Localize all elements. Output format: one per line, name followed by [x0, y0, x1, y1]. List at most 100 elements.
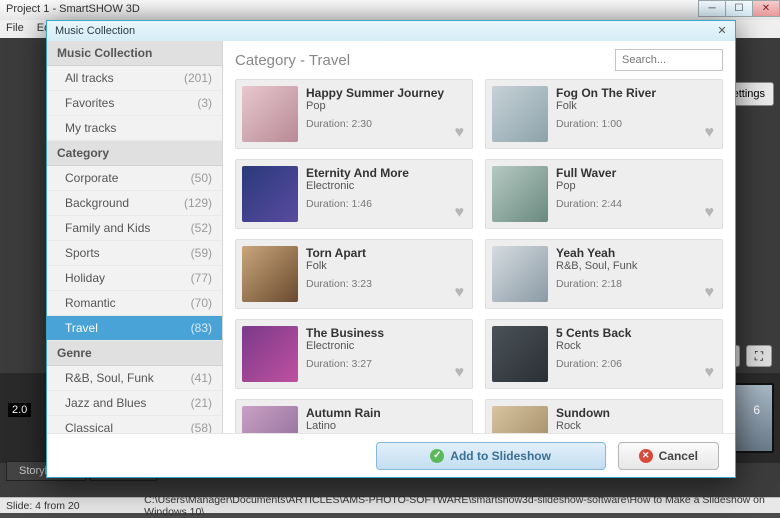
- statusbar: Slide: 4 from 20 C:\Users\Manager\Docume…: [0, 497, 780, 513]
- sidebar-item-label: Favorites: [65, 96, 114, 110]
- status-path: C:\Users\Manager\Documents\ARTICLES\AMS-…: [144, 494, 774, 518]
- track-duration: Duration: 1:46: [306, 198, 458, 210]
- favorite-icon[interactable]: ♥: [705, 284, 715, 302]
- sidebar-item[interactable]: R&B, Soul, Funk (41): [47, 366, 222, 391]
- sidebar-section-header: Genre: [47, 341, 222, 366]
- slide-duration: 2.0: [8, 403, 31, 417]
- sidebar-item[interactable]: Family and Kids(52): [47, 216, 222, 241]
- track-card[interactable]: Happy Summer JourneyPopDuration: 2:30♥: [235, 79, 473, 149]
- track-name: Autumn Rain: [306, 406, 458, 420]
- sidebar-item[interactable]: My tracks: [47, 116, 222, 141]
- album-art: [242, 166, 298, 222]
- track-card[interactable]: SundownRockDuration: 4:15♥: [485, 399, 723, 433]
- track-name: The Business: [306, 326, 458, 340]
- sidebar-item[interactable]: Classical(58): [47, 416, 222, 433]
- track-card[interactable]: The BusinessElectronic Duration: 3:27♥: [235, 319, 473, 389]
- sidebar-item[interactable]: Favorites(3): [47, 91, 222, 116]
- dialog-close-button[interactable]: ✕: [713, 23, 731, 38]
- track-card[interactable]: Torn ApartFolkDuration: 3:23♥: [235, 239, 473, 309]
- sidebar-item-label: Travel: [65, 321, 98, 335]
- sidebar-item[interactable]: Background(129): [47, 191, 222, 216]
- category-heading: Category - Travel: [235, 52, 350, 69]
- favorite-icon[interactable]: ♥: [455, 204, 465, 222]
- track-duration: Duration: 1:00: [556, 118, 708, 130]
- status-slide-count: Slide: 4 from 20: [6, 500, 144, 512]
- search-input[interactable]: [615, 49, 723, 71]
- album-art: [492, 246, 548, 302]
- sidebar-item-label: Romantic: [65, 296, 116, 310]
- favorite-icon[interactable]: ♥: [705, 124, 715, 142]
- sidebar-item[interactable]: Travel (83): [47, 316, 222, 341]
- track-duration: Duration: 2:18: [556, 278, 708, 290]
- favorite-icon[interactable]: ♥: [705, 204, 715, 222]
- track-name: Torn Apart: [306, 246, 458, 260]
- dialog-titlebar[interactable]: Music Collection ✕: [47, 21, 735, 41]
- main-window-titlebar: Project 1 - SmartSHOW 3D ─ ☐ ✕: [0, 0, 780, 20]
- track-card[interactable]: Yeah YeahR&B, Soul, FunkDuration: 2:18♥: [485, 239, 723, 309]
- sidebar-item-label: Holiday: [65, 271, 105, 285]
- sidebar-section-header: Music Collection: [47, 41, 222, 66]
- favorite-icon[interactable]: ♥: [705, 364, 715, 382]
- sidebar-item-label: Jazz and Blues: [65, 396, 146, 410]
- maximize-button[interactable]: ☐: [725, 0, 753, 17]
- minimize-button[interactable]: ─: [698, 0, 726, 17]
- track-duration: Duration: 2:44: [556, 198, 708, 210]
- sidebar-item-count: (52): [191, 221, 212, 235]
- track-duration: Duration: 3:27: [306, 358, 458, 370]
- sidebar-item-count: (21): [191, 396, 212, 410]
- track-genre: Rock: [556, 340, 708, 352]
- add-to-slideshow-button[interactable]: ✓ Add to Slideshow: [376, 442, 606, 470]
- favorite-icon[interactable]: ♥: [455, 364, 465, 382]
- sidebar-item[interactable]: All tracks(201): [47, 66, 222, 91]
- sidebar-item[interactable]: Holiday(77): [47, 266, 222, 291]
- cancel-button[interactable]: ✕ Cancel: [618, 442, 719, 470]
- track-card[interactable]: Autumn RainLatinoDuration: 2:50♥: [235, 399, 473, 433]
- category-sidebar[interactable]: Music CollectionAll tracks(201)Favorites…: [47, 41, 223, 433]
- sidebar-item-label: R&B, Soul, Funk: [65, 371, 154, 385]
- track-grid-scroll[interactable]: Happy Summer JourneyPopDuration: 2:30♥Fo…: [235, 79, 723, 433]
- album-art: [242, 86, 298, 142]
- sidebar-item-count: (59): [191, 246, 212, 260]
- thumbnail-number: 6: [753, 403, 760, 417]
- track-duration: Duration: 2:06: [556, 358, 708, 370]
- track-name: Sundown: [556, 406, 708, 420]
- sidebar-item[interactable]: Jazz and Blues (21): [47, 391, 222, 416]
- track-genre: Folk: [556, 100, 708, 112]
- close-button[interactable]: ✕: [752, 0, 780, 17]
- track-card[interactable]: Eternity And MoreElectronic Duration: 1:4…: [235, 159, 473, 229]
- track-genre: Electronic: [306, 340, 458, 352]
- sidebar-item[interactable]: Corporate(50): [47, 166, 222, 191]
- track-duration: Duration: 3:23: [306, 278, 458, 290]
- favorite-icon[interactable]: ♥: [455, 284, 465, 302]
- track-duration: Duration: 2:30: [306, 118, 458, 130]
- sidebar-item-label: Background: [65, 196, 129, 210]
- track-genre: Electronic: [306, 180, 458, 192]
- sidebar-item-count: (70): [191, 296, 212, 310]
- sidebar-item-label: Sports: [65, 246, 100, 260]
- sidebar-item[interactable]: Romantic (70): [47, 291, 222, 316]
- sidebar-item-count: (41): [191, 371, 212, 385]
- track-genre: Latino: [306, 420, 458, 432]
- sidebar-item-count: (83): [191, 321, 212, 335]
- dialog-footer: ✓ Add to Slideshow ✕ Cancel: [47, 433, 735, 477]
- music-collection-dialog: Music Collection ✕ Music CollectionAll t…: [46, 20, 736, 478]
- album-art: [492, 86, 548, 142]
- sidebar-item-label: My tracks: [65, 121, 116, 135]
- track-genre: Pop: [306, 100, 458, 112]
- track-name: Fog On The River: [556, 86, 708, 100]
- sidebar-item-count: (50): [191, 171, 212, 185]
- track-card[interactable]: 5 Cents BackRockDuration: 2:06♥: [485, 319, 723, 389]
- album-art: [492, 326, 548, 382]
- check-icon: ✓: [430, 449, 444, 463]
- sidebar-item-label: All tracks: [65, 71, 114, 85]
- track-genre: Rock: [556, 420, 708, 432]
- fullscreen-button[interactable]: ⛶: [746, 345, 772, 367]
- track-name: Eternity And More: [306, 166, 458, 180]
- main-window-title: Project 1 - SmartSHOW 3D: [6, 3, 140, 15]
- sidebar-item[interactable]: Sports (59): [47, 241, 222, 266]
- track-card[interactable]: Fog On The RiverFolk Duration: 1:00♥: [485, 79, 723, 149]
- track-genre: Pop: [556, 180, 708, 192]
- favorite-icon[interactable]: ♥: [455, 124, 465, 142]
- menu-file[interactable]: File: [6, 22, 24, 34]
- track-card[interactable]: Full WaverPopDuration: 2:44♥: [485, 159, 723, 229]
